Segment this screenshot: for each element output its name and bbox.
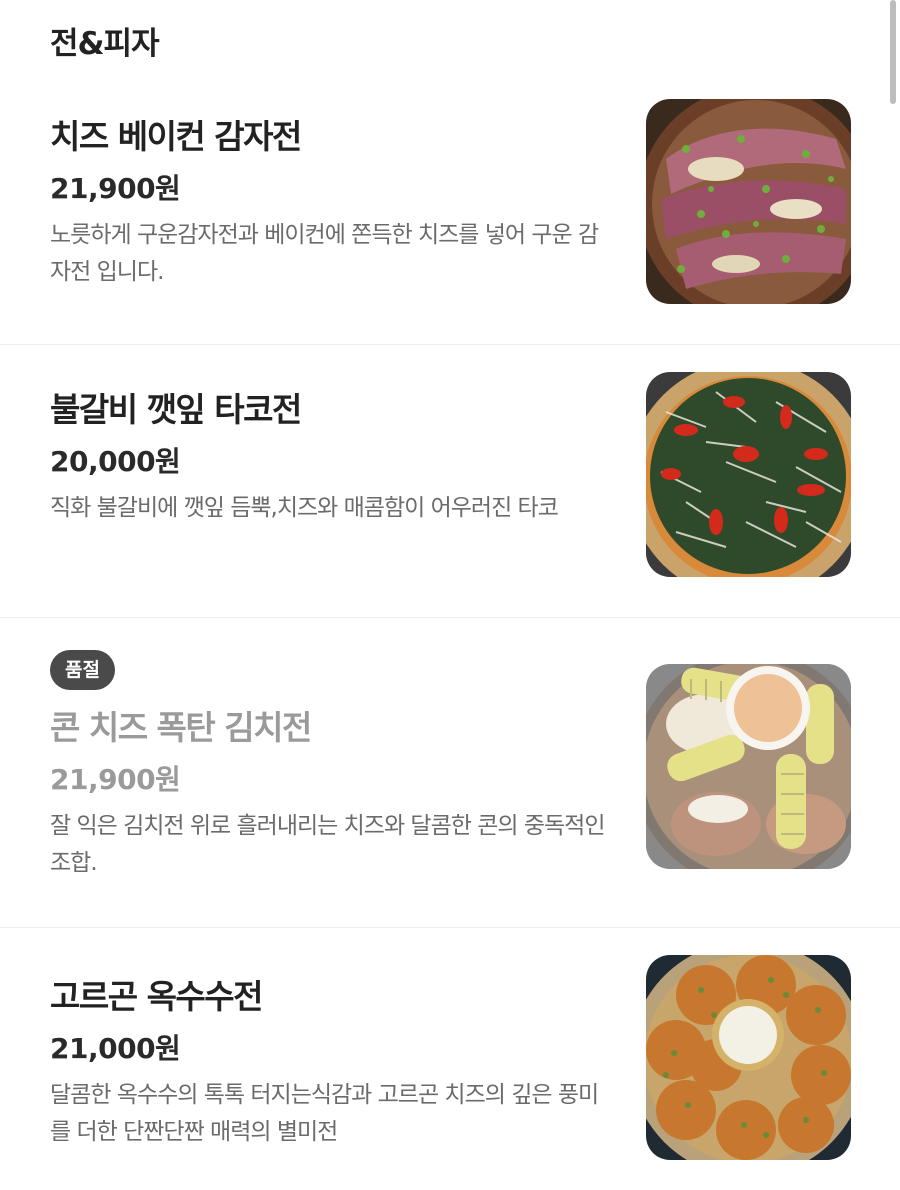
menu-item-cheese-bacon-potato[interactable]: 치즈 베이컨 감자전 21,900원 노릇하게 구운감자전과 베이컨에 쫀득한 … xyxy=(0,72,900,345)
item-price: 21,000원 xyxy=(50,1032,181,1065)
bacon-potato-pancake-image xyxy=(646,99,851,304)
menu-list: 치즈 베이컨 감자전 21,900원 노릇하게 구운감자전과 베이컨에 쫀득한 … xyxy=(0,72,900,1190)
item-photo xyxy=(646,372,851,577)
item-description: 노릇하게 구운감자전과 베이컨에 쫀득한 치즈를 넣어 구운 감자전 입니다. xyxy=(50,222,599,285)
menu-item-bulgalbi-perilla-taco[interactable]: 불갈비 깻잎 타코전 20,000원 직화 불갈비에 깻잎 듬뿍,치즈와 매콤함… xyxy=(0,345,900,618)
item-name: 콘 치즈 폭탄 김치전 xyxy=(50,708,312,747)
item-description: 직화 불갈비에 깻잎 듬뿍,치즈와 매콤함이 어우러진 타코 xyxy=(50,495,559,521)
bulgalbi-perilla-taco-image xyxy=(646,372,851,577)
item-photo xyxy=(646,99,851,304)
item-description: 달콤한 옥수수의 톡톡 터지는식감과 고르곤 치즈의 깊은 풍미를 더한 단짠단… xyxy=(50,1082,599,1145)
item-name: 치즈 베이컨 감자전 xyxy=(50,117,302,156)
item-name: 불갈비 깻잎 타코전 xyxy=(50,390,302,429)
sold-out-badge: 품절 xyxy=(50,650,115,690)
item-price: 21,900원 xyxy=(50,172,181,205)
gorgon-corn-pancake-image xyxy=(646,955,851,1160)
item-name: 고르곤 옥수수전 xyxy=(50,977,264,1016)
item-description: 잘 익은 김치전 위로 흘러내리는 치즈와 달콤한 콘의 중독적인 조합. xyxy=(50,813,606,876)
item-photo xyxy=(646,664,851,869)
menu-item-corn-cheese-kimchi[interactable]: 품절 콘 치즈 폭탄 김치전 21,900원 잘 익은 김치전 위로 흘러내리는… xyxy=(0,618,900,928)
item-price: 20,000원 xyxy=(50,445,181,478)
item-price: 21,900원 xyxy=(50,763,181,796)
menu-item-gorgon-corn[interactable]: 고르곤 옥수수전 21,000원 달콤한 옥수수의 톡톡 터지는식감과 고르곤 … xyxy=(0,928,900,1190)
item-photo xyxy=(646,955,851,1160)
section-title: 전&피자 xyxy=(50,26,160,62)
corn-cheese-kimchi-image xyxy=(646,664,851,869)
